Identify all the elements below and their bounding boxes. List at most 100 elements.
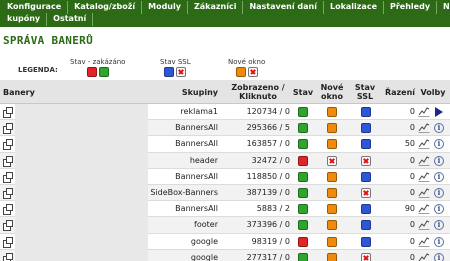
sort-order: 0 <box>409 220 415 230</box>
new-window-on-icon[interactable] <box>327 171 337 182</box>
status-enabled-icon[interactable] <box>298 220 308 231</box>
info-icon[interactable]: i <box>434 252 444 261</box>
selected-arrow-icon[interactable] <box>435 107 443 117</box>
status-enabled-icon[interactable] <box>298 204 308 215</box>
ssl-cell <box>361 187 371 199</box>
info-icon[interactable]: i <box>434 155 444 166</box>
row-action[interactable]: i <box>434 123 444 134</box>
nav-item-moduly[interactable]: Moduly <box>142 1 188 14</box>
statistics-graph-icon[interactable] <box>418 187 430 198</box>
header-volby: Volby <box>420 88 446 97</box>
ssl-on-icon <box>164 67 175 77</box>
new-window-off-icon[interactable] <box>327 155 337 166</box>
sort-order: 50 <box>404 139 415 149</box>
new-window-cell <box>327 107 337 118</box>
redacted-banner-names <box>15 104 148 261</box>
status-cell <box>298 252 308 261</box>
nav-item-truncated[interactable]: Ná <box>437 1 450 14</box>
ssl-on-icon[interactable] <box>361 171 371 182</box>
status-cell <box>298 139 308 150</box>
status-enabled-icon[interactable] <box>298 252 308 261</box>
new-window-on-icon[interactable] <box>327 220 337 231</box>
new-window-cell <box>327 236 337 248</box>
row-action[interactable]: i <box>434 252 444 261</box>
statistics-graph-icon[interactable] <box>418 106 430 117</box>
status-enabled-icon[interactable] <box>298 139 308 150</box>
status-enabled-icon[interactable] <box>298 107 308 117</box>
status-disabled-icon[interactable] <box>298 155 308 166</box>
statistics-graph-icon[interactable] <box>418 203 430 215</box>
statistics-graph-icon[interactable] <box>418 236 430 247</box>
sort-order: 0 <box>409 187 415 197</box>
ssl-cell <box>361 220 371 231</box>
info-icon[interactable]: i <box>434 187 444 198</box>
sort-order: 0 <box>409 107 415 116</box>
new-window-on-icon[interactable] <box>327 187 337 198</box>
ssl-on-icon[interactable] <box>361 139 371 150</box>
status-disabled-icon <box>86 67 97 77</box>
banner-group: BannersAll <box>175 204 218 214</box>
row-action[interactable]: i <box>434 171 444 182</box>
new-window-on-icon[interactable] <box>327 204 337 215</box>
statistics-graph-icon[interactable] <box>418 171 430 182</box>
row-action[interactable] <box>434 107 444 117</box>
ssl-cell <box>361 155 371 167</box>
sort-order: 90 <box>404 204 415 214</box>
statistics-graph-icon[interactable] <box>418 219 430 231</box>
statistics-graph-icon[interactable] <box>418 122 430 134</box>
header-zobrazeno: Zobrazeno / Kliknuto <box>231 83 285 101</box>
row-action[interactable]: i <box>434 187 444 198</box>
info-icon[interactable]: i <box>434 236 444 247</box>
status-cell <box>298 236 308 248</box>
row-action[interactable]: i <box>434 220 444 231</box>
banner-group: SideBox-Banners <box>150 187 218 197</box>
ssl-on-icon[interactable] <box>361 236 371 247</box>
new-window-on-icon[interactable] <box>327 252 337 261</box>
banner-icon <box>3 187 13 199</box>
info-icon[interactable]: i <box>434 139 444 150</box>
nav-item-nastaveni-dani[interactable]: Nastavení daní <box>243 1 324 14</box>
banner-icon <box>3 220 13 232</box>
ssl-on-icon[interactable] <box>361 123 371 134</box>
new-window-on-icon[interactable] <box>327 107 337 117</box>
statistics-graph-icon[interactable] <box>418 155 430 166</box>
new-window-on-icon[interactable] <box>327 139 337 150</box>
top-navigation: Konfigurace Katalog/zboží Moduly Zákazní… <box>0 0 450 27</box>
statistics-graph-icon[interactable] <box>418 252 430 261</box>
ssl-on-icon[interactable] <box>361 220 371 231</box>
status-enabled-icon[interactable] <box>298 171 308 182</box>
info-icon[interactable]: i <box>434 123 444 134</box>
banner-views-clicks: 373396 / 0 <box>246 220 290 230</box>
ssl-off-icon[interactable] <box>361 252 371 261</box>
nav-item-ostatni[interactable]: Ostatní <box>47 13 94 26</box>
new-window-on-icon[interactable] <box>327 123 337 134</box>
row-action[interactable]: i <box>434 139 444 150</box>
status-enabled-icon[interactable] <box>298 123 308 134</box>
sort-order: 0 <box>409 123 415 133</box>
legend-new-window-text: Nové okno <box>228 58 266 66</box>
nav-item-kupony[interactable]: kupóny <box>0 13 48 26</box>
banner-icon <box>3 236 13 248</box>
statistics-graph-icon[interactable] <box>418 138 430 150</box>
ssl-cell <box>361 236 371 248</box>
ssl-on-icon[interactable] <box>361 107 371 117</box>
new-window-cell <box>327 220 337 231</box>
status-disabled-icon[interactable] <box>298 236 308 247</box>
info-icon[interactable]: i <box>434 220 444 231</box>
status-enabled-icon[interactable] <box>298 187 308 198</box>
banner-icon <box>3 155 13 167</box>
ssl-off-icon[interactable] <box>361 187 371 198</box>
row-action[interactable]: i <box>434 155 444 166</box>
nav-item-zakaznici[interactable]: Zákazníci <box>188 1 244 14</box>
row-action[interactable]: i <box>434 236 444 247</box>
ssl-off-icon[interactable] <box>361 155 371 166</box>
info-icon[interactable]: i <box>434 171 444 182</box>
info-icon[interactable]: i <box>434 204 444 215</box>
ssl-on-icon[interactable] <box>361 204 371 215</box>
status-enabled-icon <box>98 67 109 77</box>
row-action[interactable]: i <box>434 204 444 215</box>
new-window-off-icon <box>247 67 258 77</box>
new-window-on-icon[interactable] <box>327 236 337 247</box>
nav-item-prehledy[interactable]: Přehledy <box>384 1 438 14</box>
nav-item-lokalizace[interactable]: Lokalizace <box>324 1 384 14</box>
